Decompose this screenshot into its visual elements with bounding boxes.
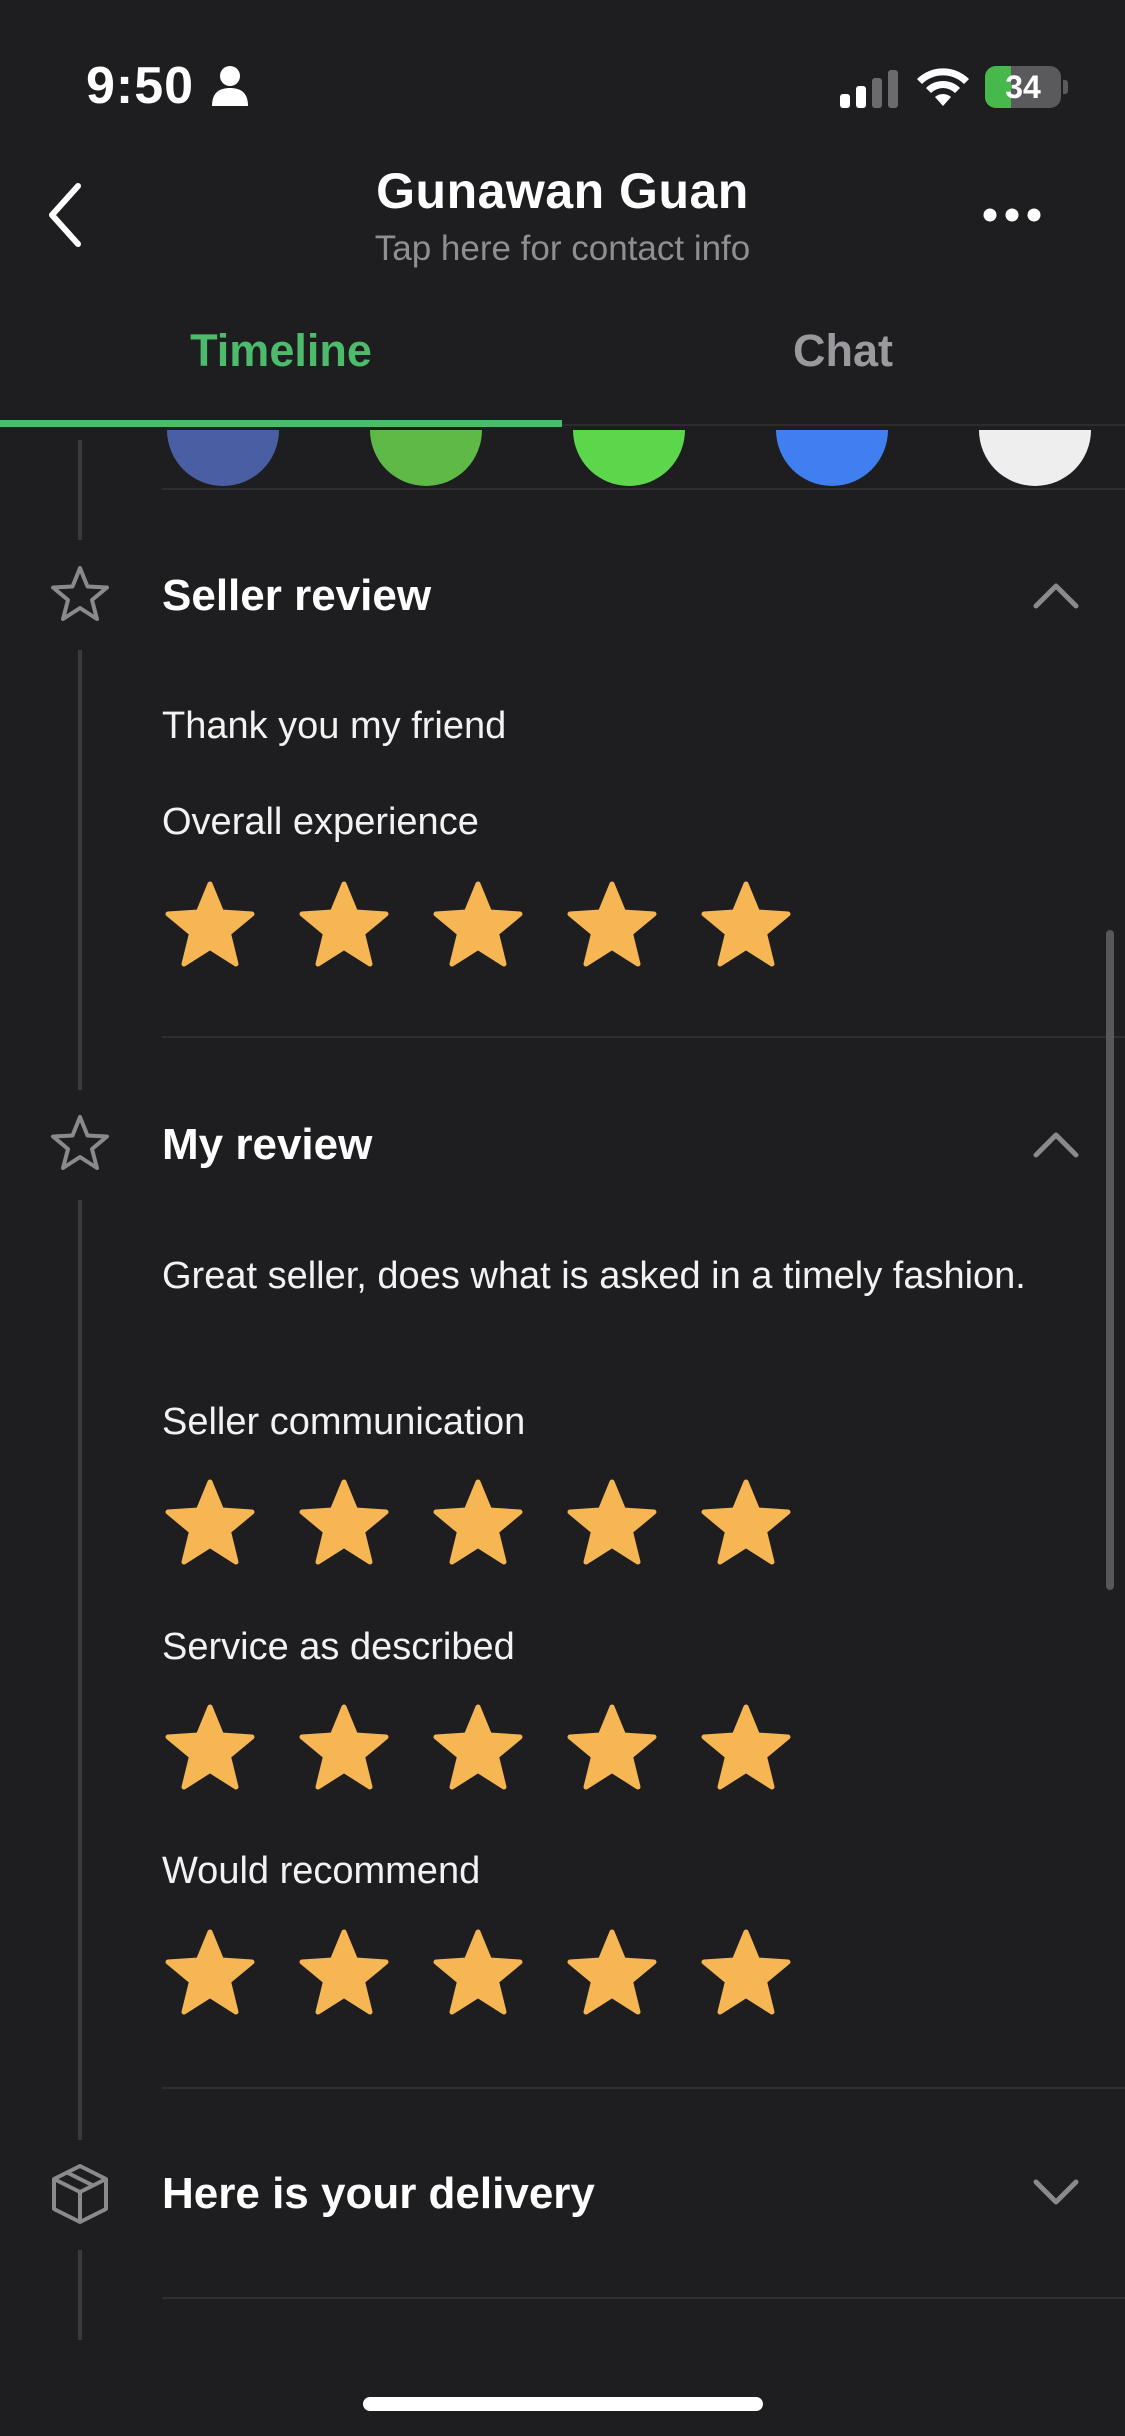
star-filled-icon bbox=[299, 881, 389, 967]
tab-chat[interactable]: Chat bbox=[562, 310, 1124, 426]
seller-review-comment: Thank you my friend bbox=[162, 705, 507, 747]
seller-review-title[interactable]: Seller review bbox=[162, 566, 431, 626]
signal-icon bbox=[840, 70, 898, 108]
person-icon bbox=[212, 66, 248, 106]
star-rating bbox=[162, 1703, 812, 1799]
screen: 9:50 34 Gunawan Guan Tap here for contac… bbox=[0, 0, 1125, 2436]
star-rating bbox=[162, 1478, 812, 1574]
divider bbox=[162, 1036, 1125, 1038]
star-filled-icon bbox=[433, 1479, 523, 1565]
wifi-icon bbox=[917, 68, 969, 106]
more-options-icon[interactable] bbox=[980, 198, 1044, 232]
star-filled-icon bbox=[433, 1704, 523, 1790]
avatar[interactable] bbox=[573, 430, 685, 486]
contact-info-hint: Tap here for contact info bbox=[374, 229, 751, 268]
avatar[interactable] bbox=[370, 430, 482, 486]
star-filled-icon bbox=[567, 1929, 657, 2015]
rating-label: Service as described bbox=[162, 1626, 515, 1668]
star-outline-icon bbox=[51, 1115, 109, 1170]
timeline-line bbox=[78, 1200, 82, 2140]
status-time: 9:50 bbox=[86, 57, 195, 115]
rating-label: Seller communication bbox=[162, 1401, 526, 1443]
contact-name: Gunawan Guan bbox=[376, 163, 749, 219]
star-filled-icon bbox=[567, 1704, 657, 1790]
star-filled-icon bbox=[299, 1479, 389, 1565]
star-filled-icon bbox=[701, 1929, 791, 2015]
timeline-line bbox=[78, 650, 82, 1090]
star-outline-icon bbox=[51, 566, 109, 621]
delivery-title[interactable]: Here is your delivery bbox=[162, 2164, 595, 2224]
rating-label: Would recommend bbox=[162, 1850, 481, 1892]
avatar[interactable] bbox=[167, 430, 279, 486]
star-filled-icon bbox=[165, 881, 255, 967]
scrollbar[interactable] bbox=[1106, 930, 1114, 1590]
star-filled-icon bbox=[299, 1929, 389, 2015]
star-filled-icon bbox=[433, 1929, 523, 2015]
star-filled-icon bbox=[701, 881, 791, 967]
star-filled-icon bbox=[165, 1704, 255, 1790]
divider bbox=[162, 2297, 1125, 2299]
chevron-up-icon[interactable] bbox=[1030, 578, 1082, 612]
timeline-line bbox=[78, 440, 82, 540]
divider bbox=[162, 2087, 1125, 2089]
contact-header[interactable]: Gunawan Guan Tap here for contact info bbox=[200, 160, 925, 274]
tab-bar: Timeline Chat bbox=[0, 310, 1125, 430]
star-filled-icon bbox=[299, 1704, 389, 1790]
star-filled-icon bbox=[701, 1479, 791, 1565]
star-filled-icon bbox=[701, 1704, 791, 1790]
star-rating bbox=[162, 880, 812, 976]
back-chevron-icon[interactable] bbox=[42, 180, 92, 250]
my-review-title[interactable]: My review bbox=[162, 1115, 372, 1175]
star-rating bbox=[162, 1928, 812, 2024]
battery-icon: 34 bbox=[985, 66, 1068, 108]
chevron-up-icon[interactable] bbox=[1030, 1127, 1082, 1161]
chevron-down-icon[interactable] bbox=[1030, 2176, 1082, 2210]
rating-label: Overall experience bbox=[162, 801, 479, 843]
star-filled-icon bbox=[165, 1479, 255, 1565]
active-tab-indicator bbox=[0, 420, 562, 427]
divider bbox=[162, 488, 1125, 490]
avatar[interactable] bbox=[776, 430, 888, 486]
star-filled-icon bbox=[165, 1929, 255, 2015]
my-review-comment: Great seller, does what is asked in a ti… bbox=[162, 1255, 1026, 1297]
package-icon bbox=[52, 2164, 108, 2224]
star-filled-icon bbox=[433, 881, 523, 967]
timeline-line bbox=[78, 2250, 82, 2340]
avatar[interactable] bbox=[979, 430, 1091, 486]
status-bar: 9:50 34 bbox=[0, 0, 1125, 150]
avatar-row bbox=[0, 430, 1125, 490]
home-indicator[interactable] bbox=[363, 2397, 763, 2411]
star-filled-icon bbox=[567, 881, 657, 967]
battery-percent: 34 bbox=[1005, 69, 1041, 105]
star-filled-icon bbox=[567, 1479, 657, 1565]
tab-timeline[interactable]: Timeline bbox=[0, 310, 562, 426]
